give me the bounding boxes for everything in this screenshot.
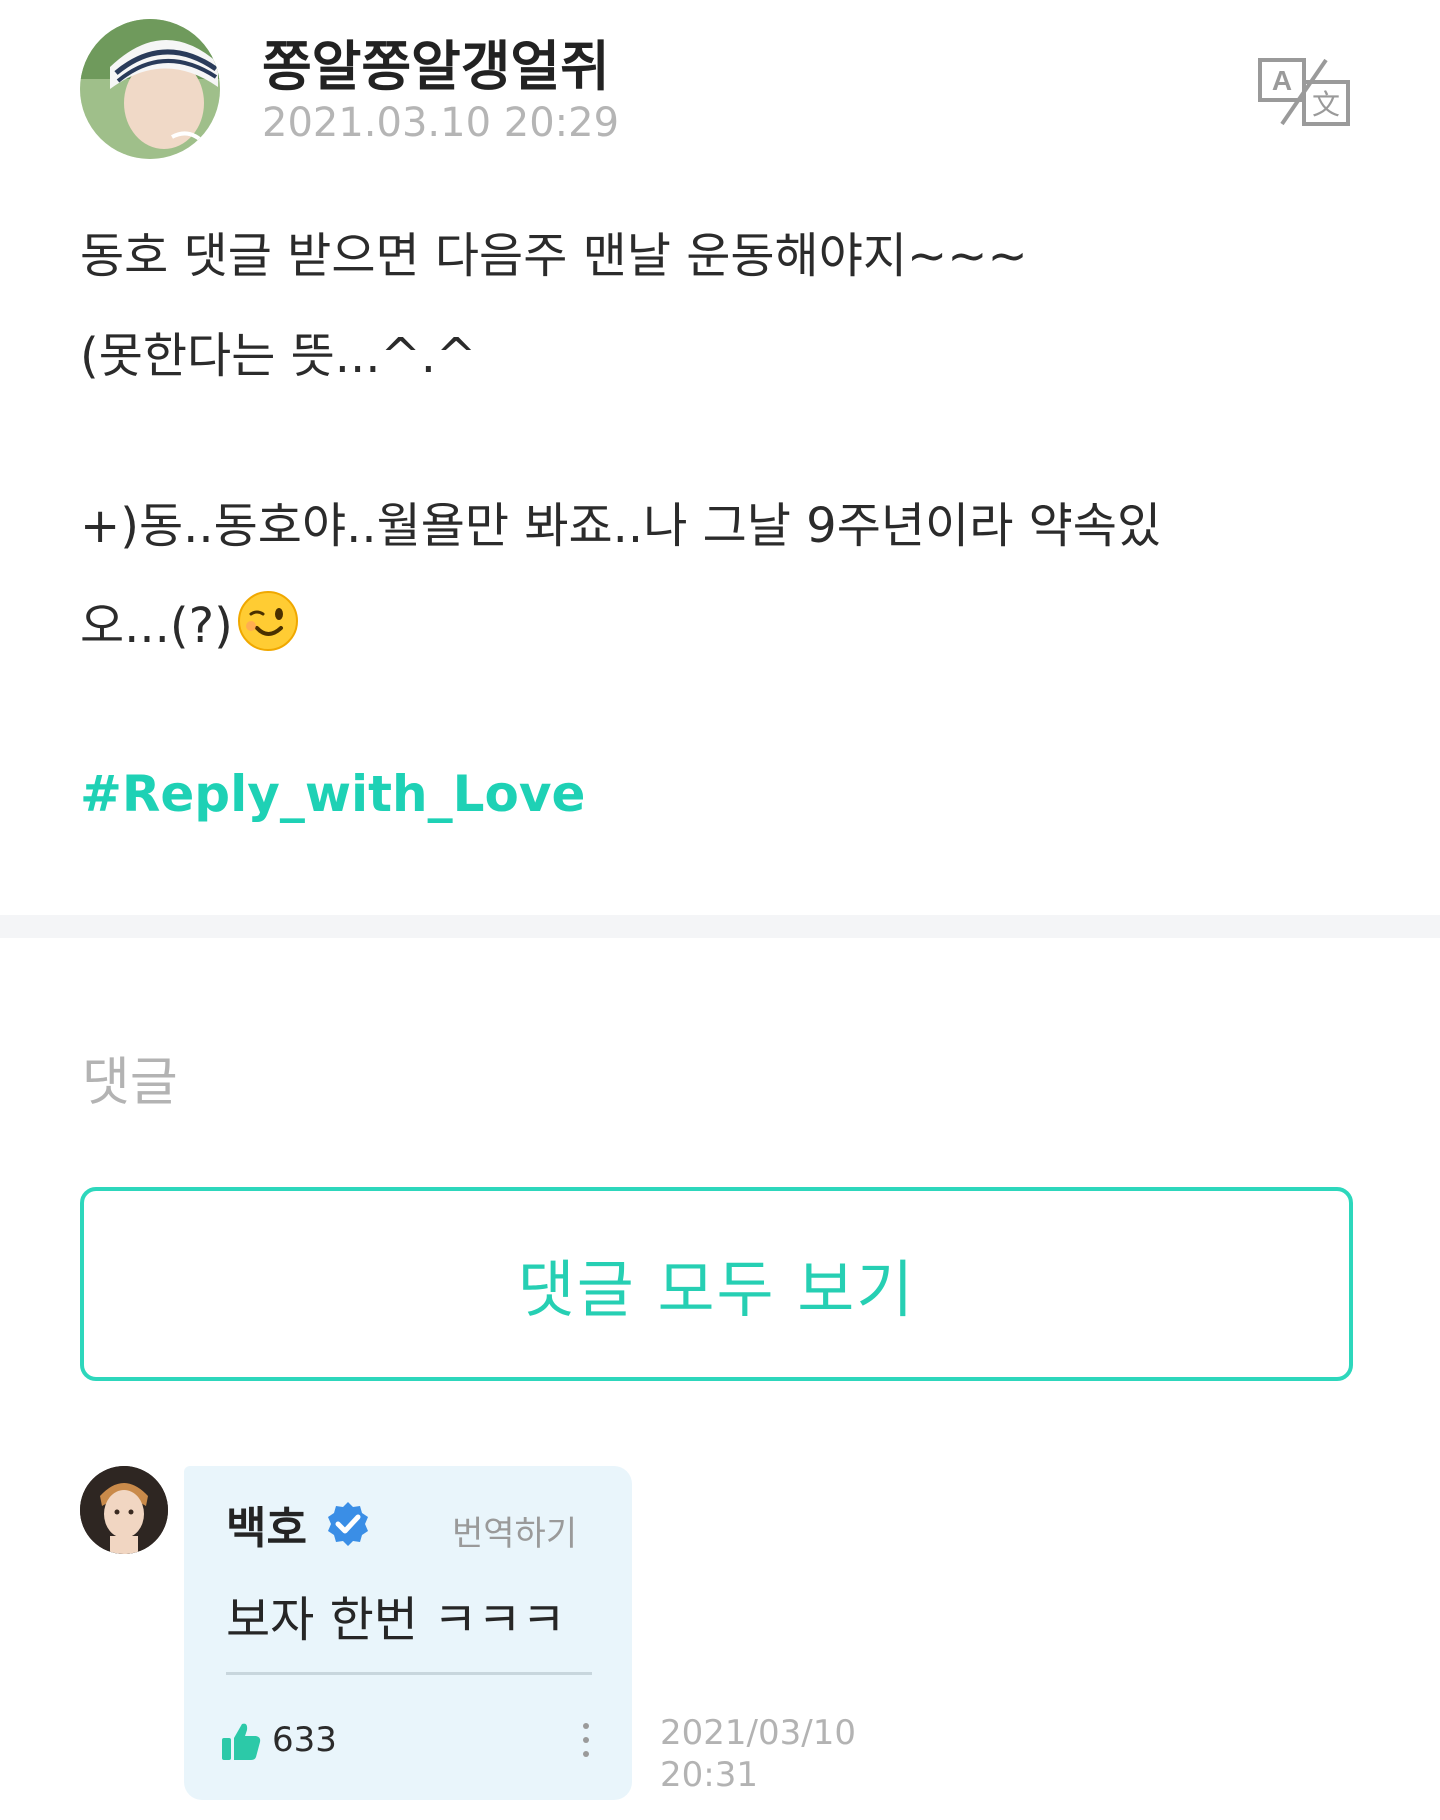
comment-date: 2021/03/10 (660, 1713, 856, 1753)
svg-text:文: 文 (1312, 88, 1340, 121)
author-name[interactable]: 쫑알쫑알갱얼쥐 (262, 22, 610, 101)
comments-heading: 댓글 (82, 1053, 178, 1113)
commenter-name[interactable]: 백호 (226, 1492, 307, 1556)
comment-text: 보자 한번 ㅋㅋㅋ (226, 1592, 566, 1648)
comment-timestamp: 2021/03/10 20:31 (660, 1712, 856, 1796)
post-line: +)동..동호야..월욜만 봐죠..나 그날 9주년이라 약속있 (80, 498, 1162, 554)
commenter-avatar[interactable] (80, 1466, 168, 1554)
translate-icon[interactable]: A 文 (1256, 56, 1354, 128)
translate-comment-link[interactable]: 번역하기 (452, 1506, 577, 1555)
more-options-icon[interactable] (576, 1720, 596, 1760)
verified-badge-icon (324, 1500, 372, 1548)
thumbs-up-icon[interactable] (220, 1720, 262, 1762)
post-body: 동호 댓글 받으면 다음주 맨날 운동해야지~~~ (못한다는 뜻...^.^ … (80, 206, 1370, 676)
post-line: 동호 댓글 받으면 다음주 맨날 운동해야지~~~ (80, 228, 1028, 284)
post-line: (못한다는 뜻...^.^ (80, 328, 477, 384)
view-all-comments-button[interactable]: 댓글 모두 보기 (80, 1187, 1353, 1381)
comment-divider (226, 1672, 592, 1675)
post-date: 2021.03.10 20:29 (262, 100, 620, 146)
winking-face-icon (237, 586, 299, 651)
svg-text:A: A (1272, 65, 1292, 96)
view-all-comments-label: 댓글 모두 보기 (517, 1253, 916, 1326)
author-avatar[interactable] (80, 19, 220, 159)
post-line-text: 오...(?) (80, 598, 233, 654)
hashtag-link[interactable]: #Reply_with_Love (80, 765, 585, 823)
comment-bubble: 백호 번역하기 보자 한번 ㅋㅋㅋ 633 (184, 1466, 632, 1800)
commenter-avatar-image (80, 1466, 168, 1554)
post-line-blank (80, 406, 1370, 476)
author-avatar-image (80, 19, 220, 159)
like-count: 633 (272, 1720, 337, 1760)
section-divider (0, 915, 1440, 938)
post-line-with-emoji: 오...(?) (80, 576, 1370, 676)
comment-time: 20:31 (660, 1755, 758, 1795)
